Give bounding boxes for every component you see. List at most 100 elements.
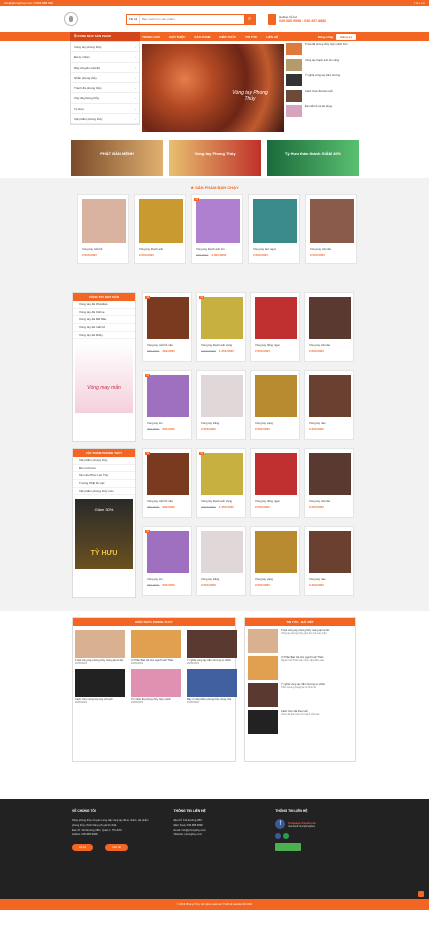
sidebox-item[interactable]: Bộ mười hai [73, 465, 135, 473]
nav-news[interactable]: TIN TỨC [245, 35, 257, 39]
product-image [139, 199, 183, 243]
product-card[interactable]: -% Vòng tay tím 350.000₫ 300.000₫ [142, 369, 192, 440]
side-news-item[interactable]: Ý nghĩa vòng tay trầm hương [286, 74, 358, 89]
side-news-item[interactable]: 5 loại đá phong thủy hợp mệnh Kim [286, 43, 358, 58]
sale-badge: -% [145, 296, 150, 299]
chat-icon[interactable] [283, 833, 290, 839]
article-card[interactable]: Bày trí vật phẩm phong thủy trong nhà 20/… [187, 669, 239, 704]
sidebox-banner[interactable]: Giảm 30% TỲ HƯU [75, 499, 133, 570]
phone-icon [268, 13, 276, 25]
product-card[interactable]: Vòng tay trắng 2.500.000₫ [196, 525, 246, 596]
sidebox-item[interactable]: Vật phẩm phong thủy Cóc [73, 488, 135, 496]
fanpage-link[interactable]: f Fanpage Facebook facebook.com/phongthuy [275, 819, 357, 829]
header: Tất cả ⌕ Hotline hỗ trợ 039.985.9998 - 0… [0, 6, 429, 32]
product-card[interactable]: -% Vòng tay tím 350.000₫ 300.000₫ [142, 525, 192, 596]
article-card[interactable]: Vị Thần Bảo Hộ cho người tuổi Thân 20/05/… [131, 630, 183, 665]
nav-products[interactable]: SẢN PHẨM [194, 35, 210, 39]
product-image [253, 199, 297, 243]
product-grid: -% Vòng tay mắt hổ nâu 450.000₫ 399.000₫ -%… [142, 292, 354, 442]
sale-badge: -% [199, 296, 204, 299]
promo-banner[interactable]: Vòng tay Phong Thủy [169, 140, 261, 176]
product-card[interactable]: Vòng tay mã não 2.500.000₫ [304, 292, 354, 362]
lucky-sidebox: VÒNG TAY MAY MẮN Vòng tay đá Obsidian Vò… [72, 292, 136, 442]
category-item[interactable]: Tỳ Hưu [71, 104, 139, 114]
sale-badge: -% [199, 452, 204, 455]
hero-slider[interactable]: Vòng tay Phong Thủy [142, 44, 284, 132]
article-card[interactable]: Cách chọn vòng tay hợp với tuổi 20/05/201… [75, 669, 127, 704]
sidebox-item[interactable]: Vòng tay đá Obsidian [73, 301, 135, 309]
search-button[interactable]: ⌕ [244, 14, 255, 24]
product-card[interactable]: -% Vòng tay mắt hổ nâu 450.000₫ 399.000₫ [142, 292, 192, 362]
side-news-item[interactable]: Vòng tay thạch anh tóc vàng [286, 58, 358, 74]
news-box: TIN TỨC - BÀI VIẾT 5 loại vòng tay phong… [244, 617, 356, 762]
article-card[interactable]: Ý nghĩa vòng tay trầm hương tự nhiên 20/0… [187, 630, 239, 665]
category-item[interactable]: Đá tự nhiên [71, 52, 139, 63]
search-input[interactable] [140, 14, 244, 24]
hotline-number[interactable]: 039.985.9998 - 036.457.8886 [279, 19, 326, 23]
footer-support-button[interactable]: Hỗ trợ [72, 844, 94, 852]
logo[interactable] [64, 12, 78, 26]
sidebox-item[interactable]: Vòng tay đá Ruby [73, 332, 135, 340]
slider-caption: Vòng tay Phong Thủy [232, 90, 268, 102]
product-card[interactable]: -% Vòng tay thạch anh vàng 2.600.000₫ 1.450… [196, 448, 246, 518]
product-image [196, 199, 240, 243]
articles-section: KIẾN THỨC PHONG THỦY 5 loại vòng tay pho… [0, 617, 429, 762]
product-card[interactable]: -% Vòng tay thạch anh vàng 2.600.000₫ 1.450… [196, 292, 246, 362]
login-link[interactable]: Đăng nhập [318, 35, 334, 39]
product-card[interactable]: Vòng tay mã não 2.500.000₫ [305, 194, 357, 264]
product-card[interactable]: Vòng tay mắt hổ 2.600.000₫ [77, 194, 129, 264]
nav-about[interactable]: GIỚI THIỆU [169, 35, 185, 39]
product-card[interactable]: Vòng tay vàng 2.500.000₫ [250, 369, 300, 440]
register-button[interactable]: Đăng ký [336, 33, 356, 40]
product-card[interactable]: Vòng tay hồng ngọc 2.500.000₫ [250, 292, 300, 362]
sidebox-banner[interactable]: Vòng may mắn [75, 343, 133, 414]
product-card[interactable]: -% Vòng tay thạch anh tím 300.000₫ 2.500.00… [191, 194, 243, 264]
sidebox-item[interactable]: Vòng tay đá Citrine [73, 309, 135, 317]
promo-banner[interactable]: Tỳ Hưu thần thánh GIẢM 40% [267, 140, 359, 176]
sidebox-item[interactable]: Tượng Phật Di Lặc [73, 480, 135, 488]
product-card[interactable]: Vòng tay thạch anh 2.500.000₫ [134, 194, 186, 264]
product-card[interactable]: Vòng tay nâu 3.400.000₫ [304, 525, 354, 596]
nav-home[interactable]: TRANG CHỦ [142, 35, 160, 39]
news-item[interactable]: Ý nghĩa vòng tay trầm hương tự nhiên Trầm… [245, 680, 355, 707]
sale-badge: -% [145, 452, 150, 455]
side-news-item[interactable]: Đá mắt hổ và tác dụng [286, 105, 358, 120]
sale-badge: -% [145, 373, 150, 377]
product-image [310, 199, 354, 243]
product-card[interactable]: Vòng tay trắng 2.500.000₫ [196, 369, 246, 440]
knowledge-box: KIẾN THỨC PHONG THỦY 5 loại vòng tay pho… [72, 617, 239, 762]
sidebox-title: VÒNG TAY MAY MẮN [73, 293, 135, 301]
facebook-icon[interactable] [275, 833, 282, 839]
product-card[interactable]: Vòng tay lam ngọc 2.500.000₫ [248, 194, 300, 264]
back-to-top-button[interactable] [418, 891, 424, 897]
news-item[interactable]: Cách chọn đá theo tuổi Chọn đá phù hợp vớ… [245, 707, 355, 734]
footer: VỀ CHÚNG TÔI Shop phong thủy chuyên cung… [0, 799, 429, 899]
nav-contact[interactable]: LIÊN HỆ [266, 35, 278, 39]
promo-banner[interactable]: PHẬT BẢN MỆNH [71, 140, 163, 176]
category-item[interactable]: Tranh đá phong thủy [71, 83, 139, 94]
category-item[interactable]: Dây chuyền mặt đá [71, 63, 139, 73]
sidebox-item[interactable]: Vật phẩm phong thủy [73, 457, 135, 465]
product-card[interactable]: Vòng tay vàng 2.500.000₫ [250, 525, 300, 596]
footer-contact-button[interactable]: Liên hệ [105, 844, 128, 852]
sidebox-item[interactable]: Tam đa Phúc Lộc Thọ [73, 472, 135, 481]
article-card[interactable]: Tìm hiểu đá phong thủy hợp mệnh 20/05/201… [131, 669, 183, 704]
product-card[interactable]: Vòng tay nâu 3.400.000₫ [304, 369, 354, 440]
news-item[interactable]: 5 loại vòng tay phong thủy mang lại tài … [245, 626, 355, 653]
nav-knowledge[interactable]: KIẾN THỨC [219, 35, 236, 39]
category-item[interactable]: Vật phẩm phong thủy [71, 114, 139, 125]
product-card[interactable]: Vòng tay hồng ngọc 2.500.000₫ [250, 448, 300, 518]
category-item[interactable]: Cây đá phong thủy [71, 93, 139, 104]
side-news-item[interactable]: Cách chọn đá theo tuổi [286, 89, 358, 105]
category-item[interactable]: Nhẫn phong thủy [71, 73, 139, 83]
news-item[interactable]: Vị Thần Bảo Hộ cho người tuổi Thân Người … [245, 653, 355, 680]
category-item[interactable]: Vòng tay phong thủy [71, 42, 139, 53]
sidebox-item[interactable]: Vòng tay đá Mã Não [73, 316, 135, 325]
product-card[interactable]: Vòng tay mã não 2.500.000₫ [304, 448, 354, 518]
category-menu-title[interactable]: ☰ DANH MỤC SẢN PHẨM [70, 32, 140, 41]
product-card[interactable]: -% Vòng tay mắt hổ nâu 450.000₫ 399.000₫ [142, 448, 192, 518]
search-category[interactable]: Tất cả [127, 14, 140, 24]
sale-badge: -% [194, 198, 199, 201]
sidebox-item[interactable]: Vòng tay đá mắt hổ [73, 324, 135, 332]
article-card[interactable]: 5 loại vòng tay phong thủy mang lại tài … [75, 630, 127, 665]
